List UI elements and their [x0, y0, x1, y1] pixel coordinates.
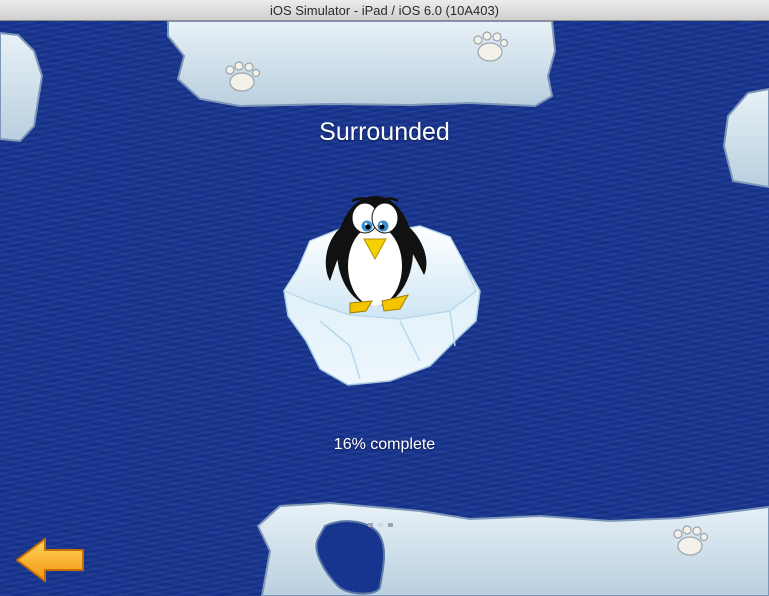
window-titlebar: iOS Simulator - iPad / iOS 6.0 (10A403): [0, 0, 769, 21]
page-dot[interactable]: [388, 523, 393, 527]
page-dot-current[interactable]: [378, 523, 383, 527]
page-dot[interactable]: [368, 523, 373, 527]
window-title: iOS Simulator - iPad / iOS 6.0 (10A403): [269, 3, 500, 18]
level-select-screen[interactable]: Surrounded 16% complete: [0, 21, 769, 596]
polar-bear-paw-icon: [673, 525, 709, 556]
back-button[interactable]: [15, 537, 87, 583]
back-arrow-icon: [16, 538, 84, 582]
polar-bear-paw-icon: [473, 31, 509, 62]
page-indicator[interactable]: [368, 523, 393, 527]
level-title: Surrounded: [319, 118, 450, 146]
polar-bear-paw-icon: [225, 61, 261, 92]
level-progress-text: 16% complete: [333, 436, 436, 453]
level-tile[interactable]: [280, 171, 490, 391]
